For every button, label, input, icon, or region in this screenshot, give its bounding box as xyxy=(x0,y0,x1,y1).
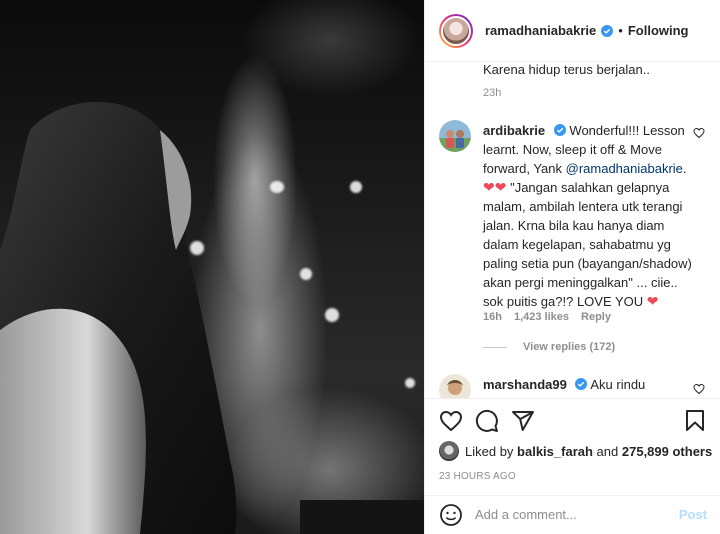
post-photo[interactable] xyxy=(0,0,424,534)
post-sidebar: ramadhaniabakrie • Following Karena hidu… xyxy=(424,0,720,534)
author-username[interactable]: ramadhaniabakrie xyxy=(485,23,596,38)
comment-username[interactable]: marshanda99 xyxy=(483,377,567,392)
share-paper-plane-icon[interactable] xyxy=(511,409,535,433)
post-comment-button[interactable]: Post xyxy=(679,507,707,522)
liker-username[interactable]: balkis_farah xyxy=(517,444,593,459)
woman-silhouette xyxy=(0,101,424,534)
add-comment-bar: Post xyxy=(425,495,720,533)
comment-time[interactable]: 16h xyxy=(483,311,502,323)
comment-like-heart-icon[interactable] xyxy=(693,127,705,139)
verified-badge-icon xyxy=(601,24,614,37)
reply-button[interactable]: Reply xyxy=(581,311,611,323)
comments-list[interactable]: Karena hidup terus berjalan.. 23h ardiba… xyxy=(425,62,720,398)
verified-badge-icon xyxy=(553,124,566,136)
comment-text: ardibakrie Wonderful!!! Lesson learnt. N… xyxy=(483,123,692,309)
likes-count[interactable]: 275,899 others xyxy=(622,444,712,459)
heart-emoji: ❤ xyxy=(646,293,659,309)
heart-emoji: ❤❤ xyxy=(483,179,507,195)
instagram-post: ramadhaniabakrie • Following Karena hidu… xyxy=(0,0,720,534)
author-avatar[interactable] xyxy=(439,13,473,48)
liked-by: Liked by balkis_farah and 275,899 others xyxy=(439,441,712,461)
liker-avatar[interactable] xyxy=(439,441,459,461)
replies-divider xyxy=(483,346,507,348)
view-replies-button[interactable]: View replies (172) xyxy=(483,341,615,353)
post-header: ramadhaniabakrie • Following xyxy=(425,0,720,62)
header-separator: • xyxy=(618,23,623,38)
comment-meta: 16h 1,423 likes Reply xyxy=(483,311,623,323)
save-bookmark-icon[interactable] xyxy=(683,409,707,433)
emoji-smile-icon[interactable] xyxy=(439,503,463,527)
comment-likes[interactable]: 1,423 likes xyxy=(514,311,569,323)
post-actions: Liked by balkis_farah and 275,899 others… xyxy=(425,398,720,534)
comment-text: marshanda99 Aku rindu xyxy=(483,377,646,392)
comment-bubble-icon[interactable] xyxy=(475,409,499,433)
comment-username[interactable]: ardibakrie xyxy=(483,123,545,138)
comment-avatar[interactable] xyxy=(439,120,471,152)
comment-input[interactable] xyxy=(475,507,679,522)
caption-time[interactable]: 23h xyxy=(483,87,501,99)
post-timestamp[interactable]: 23 HOURS AGO xyxy=(439,471,516,482)
verified-badge-icon xyxy=(575,378,588,390)
following-button[interactable]: Following xyxy=(628,23,689,38)
caption-text: Karena hidup terus berjalan.. xyxy=(483,62,650,77)
comment-avatar[interactable] xyxy=(439,374,471,398)
like-heart-icon[interactable] xyxy=(439,409,463,433)
comment-like-heart-icon[interactable] xyxy=(693,383,705,395)
mention-link[interactable]: @ramadhaniabakrie xyxy=(566,161,683,176)
